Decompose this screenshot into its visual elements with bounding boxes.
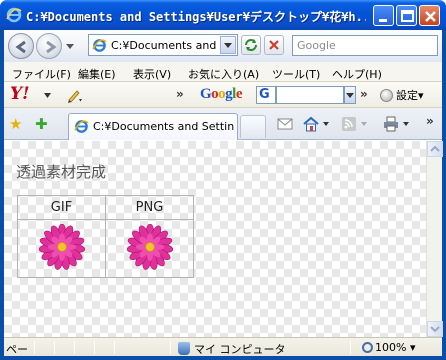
security-zone[interactable]: マイ コンピュータ [178, 341, 286, 357]
chevron-up-icon [430, 145, 440, 152]
image-table: GIF PNG [17, 195, 194, 278]
zoom-value: 100% [375, 341, 407, 354]
status-divider [74, 341, 75, 354]
status-bar: ペー マイ コンピュータ 100% ▾ [4, 337, 442, 356]
minimize-button[interactable] [373, 5, 394, 26]
page-icon [74, 120, 89, 133]
search-input[interactable]: Google [292, 35, 438, 56]
menu-bar: ファイル(F) 編集(E) 表示(V) お気に入り(A) ツール(T) ヘルプ(… [4, 62, 442, 82]
command-bar-overflow-chevron[interactable]: » [426, 114, 434, 128]
new-tab-button[interactable] [240, 115, 266, 138]
close-button[interactable] [419, 5, 440, 26]
table-header-gif: GIF [17, 195, 106, 220]
status-divider [170, 341, 171, 354]
minimize-icon [379, 19, 387, 22]
address-value: C:¥Documents and S [111, 39, 217, 52]
feeds-icon[interactable] [276, 116, 294, 132]
search-placeholder: Google [297, 39, 336, 52]
address-field[interactable]: C:¥Documents and S [88, 34, 238, 56]
browser-chrome: C:¥Documents and S Google ファイル(F) 編集(E) [4, 30, 443, 356]
settings-button[interactable]: 設定▾ [380, 87, 424, 103]
address-row: C:¥Documents and S Google [4, 30, 442, 62]
chevron-down-icon [346, 93, 354, 98]
vertical-scrollbar[interactable] [426, 141, 443, 337]
zoom-control[interactable]: 100% ▾ [362, 341, 415, 354]
tab-title: C:¥Documents and Settin... [93, 120, 235, 133]
menu-tools[interactable]: ツール(T) [272, 66, 320, 82]
title-bar[interactable]: C:¥Documents and Settings¥User¥デスクトップ¥花¥… [0, 0, 446, 30]
status-divider [94, 341, 95, 354]
chevron-down-icon[interactable] [44, 93, 51, 98]
forward-button[interactable] [36, 33, 62, 59]
window-title: C:¥Documents and Settings¥User¥デスクトップ¥花¥… [26, 10, 366, 24]
chevron-down-icon [430, 326, 440, 333]
google-select-value: G [259, 87, 270, 102]
google-search-input[interactable] [276, 86, 344, 104]
chevron-down-icon [224, 43, 232, 48]
maximize-button[interactable] [396, 5, 417, 26]
add-favorite-icon[interactable]: ✚ [35, 115, 48, 133]
scroll-down-button[interactable] [427, 321, 443, 337]
back-button[interactable] [8, 33, 34, 59]
home-icon[interactable] [302, 116, 320, 132]
google-search-dropdown[interactable] [344, 86, 356, 104]
status-divider [34, 341, 35, 354]
toolbar-overflow-chevron[interactable]: » [176, 87, 184, 101]
yahoo-logo[interactable]: Y! [10, 84, 30, 104]
page-icon [92, 39, 107, 52]
back-arrow-icon [15, 40, 26, 54]
google-search-type-select[interactable]: G [256, 86, 276, 104]
yahoo-toolbar: Y! » Google G » 設定▾ [4, 82, 442, 108]
status-divider [350, 341, 351, 354]
computer-icon [178, 342, 190, 355]
google-toolbar-overflow-chevron[interactable]: » [360, 87, 368, 101]
chevron-down-icon[interactable] [323, 122, 329, 126]
menu-file[interactable]: ファイル(F) [12, 66, 71, 82]
stop-icon [269, 40, 279, 50]
browser-window: C:¥Documents and Settings¥User¥デスクトップ¥花¥… [0, 0, 446, 360]
maximize-icon [401, 10, 414, 22]
magnifier-icon [362, 342, 373, 353]
refresh-icon [245, 39, 257, 51]
table-header-png: PNG [105, 195, 194, 220]
flower-png-image [126, 224, 173, 270]
favorites-star-icon[interactable]: ★ [9, 115, 22, 133]
settings-label: 設定 [396, 89, 418, 102]
ie-icon [6, 7, 22, 23]
menu-view[interactable]: 表示(V) [133, 66, 171, 82]
google-logo[interactable]: Google [200, 86, 243, 103]
chevron-down-icon[interactable] [403, 122, 409, 126]
forward-arrow-icon [46, 40, 57, 54]
page-heading: 透過素材完成 [16, 163, 107, 181]
menu-help[interactable]: ヘルプ(H) [332, 66, 382, 82]
status-divider [114, 341, 115, 354]
rss-icon[interactable] [340, 116, 358, 132]
tab-bar: ★ ✚ C:¥Documents and Settin... » [4, 108, 442, 140]
print-icon[interactable] [382, 116, 400, 132]
status-divider [54, 341, 55, 354]
page-content: 透過素材完成 GIF PNG [4, 141, 426, 337]
scroll-up-button[interactable] [427, 141, 443, 157]
chevron-down-icon[interactable] [361, 122, 367, 126]
stop-button[interactable] [264, 35, 284, 55]
menu-edit[interactable]: 編集(E) [78, 66, 116, 82]
pencil-icon[interactable] [66, 87, 82, 103]
status-text: ペー [6, 343, 28, 356]
png-cell [105, 219, 194, 278]
flower-gif-image [38, 224, 85, 270]
refresh-button[interactable] [241, 35, 261, 55]
tab-active[interactable]: C:¥Documents and Settin... [68, 113, 238, 140]
menu-favorites[interactable]: お気に入り(A) [188, 66, 259, 82]
close-icon [425, 11, 436, 22]
address-dropdown-button[interactable] [220, 36, 236, 54]
security-zone-label: マイ コンピュータ [194, 343, 286, 356]
gif-cell [17, 219, 106, 278]
wrench-icon [380, 89, 393, 102]
history-dropdown-icon[interactable] [66, 42, 74, 50]
